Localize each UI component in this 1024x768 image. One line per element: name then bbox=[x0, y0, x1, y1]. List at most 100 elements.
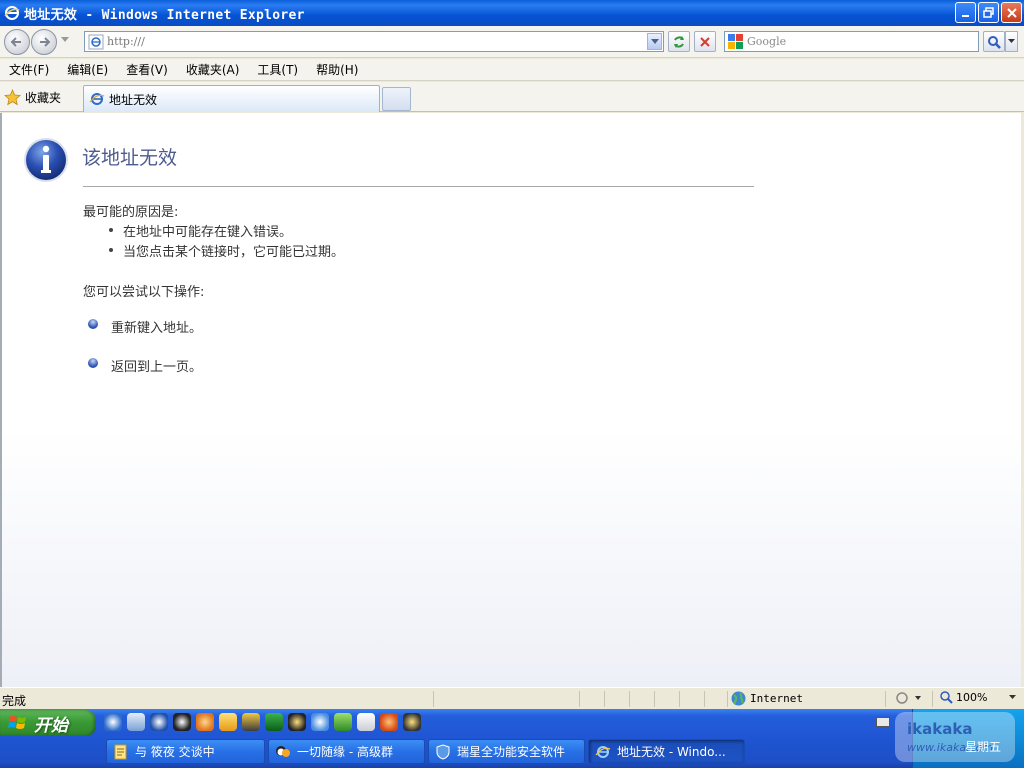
search-placeholder: Google bbox=[747, 35, 787, 48]
thunder-launch-icon[interactable] bbox=[334, 713, 352, 731]
messenger-launch-icon[interactable] bbox=[196, 713, 214, 731]
status-separator bbox=[885, 691, 886, 707]
clock-day[interactable]: 星期五 bbox=[965, 738, 1001, 755]
search-button[interactable] bbox=[983, 31, 1005, 52]
globe-icon bbox=[731, 691, 746, 706]
menu-view[interactable]: 查看(V) bbox=[117, 61, 177, 78]
start-label: 开始 bbox=[34, 715, 68, 736]
tab-label: 地址无效 bbox=[109, 92, 158, 107]
reasons-heading: 最可能的原因是: bbox=[83, 205, 179, 220]
action-text: 返回到上一页。 bbox=[111, 360, 203, 375]
stop-button[interactable] bbox=[694, 31, 716, 52]
status-separator bbox=[704, 691, 705, 707]
restore-button[interactable] bbox=[978, 2, 999, 23]
security-zone[interactable]: Internet bbox=[731, 691, 803, 706]
address-url: http:/// bbox=[107, 35, 145, 48]
actions-heading: 您可以尝试以下操作: bbox=[83, 285, 205, 300]
title-bar[interactable]: 地址无效 - Windows Internet Explorer bbox=[0, 0, 1024, 26]
tab-bar: 收藏夹 地址无效 bbox=[0, 82, 1024, 112]
video-launch-icon[interactable] bbox=[265, 713, 283, 731]
status-separator bbox=[604, 691, 605, 707]
error-title: 该地址无效 bbox=[82, 147, 178, 169]
menu-favorites[interactable]: 收藏夹(A) bbox=[177, 61, 249, 78]
minimize-button[interactable] bbox=[955, 2, 976, 23]
ie-launch-icon[interactable] bbox=[104, 713, 122, 731]
forward-arrow-icon bbox=[40, 37, 51, 47]
task-label: 瑞星全功能安全软件 bbox=[457, 745, 566, 759]
tab-current[interactable]: 地址无效 bbox=[83, 85, 380, 112]
reason-text: 在地址中可能存在键入错误。 bbox=[123, 224, 293, 240]
go-back-item[interactable]: 返回到上一页。 bbox=[88, 356, 202, 375]
task-label: 与 筱夜 交谈中 bbox=[135, 745, 215, 759]
stop-icon bbox=[700, 36, 710, 47]
app-launch-icon[interactable] bbox=[380, 713, 398, 731]
protected-mode-icon[interactable] bbox=[895, 691, 925, 705]
search-options-button[interactable] bbox=[1005, 31, 1018, 52]
taskbar-button-chat[interactable]: 与 筱夜 交谈中 bbox=[106, 739, 265, 764]
zoom-control[interactable]: 100% bbox=[940, 691, 1018, 704]
taskbar-button-antivirus[interactable]: 瑞星全功能安全软件 bbox=[428, 739, 585, 764]
address-dropdown-button[interactable] bbox=[647, 33, 662, 50]
forward-button[interactable] bbox=[31, 29, 57, 55]
shield-icon bbox=[436, 743, 450, 760]
media-player-launch-icon[interactable] bbox=[173, 713, 191, 731]
browser-launch-icon[interactable] bbox=[150, 713, 168, 731]
search-input[interactable]: Google bbox=[724, 31, 979, 52]
folder-launch-icon[interactable] bbox=[219, 713, 237, 731]
chevron-down-icon bbox=[1009, 694, 1017, 699]
menu-bar: 文件(F) 编辑(E) 查看(V) 收藏夹(A) 工具(T) 帮助(H) bbox=[0, 59, 1024, 81]
star-icon bbox=[4, 88, 21, 105]
address-input[interactable]: http:/// bbox=[84, 31, 664, 52]
chat-window-icon bbox=[114, 744, 127, 759]
google-icon bbox=[728, 33, 743, 49]
magnifier-icon bbox=[988, 35, 1001, 49]
close-button[interactable] bbox=[1001, 2, 1022, 23]
recent-pages-dropdown-icon[interactable] bbox=[61, 37, 69, 43]
film-launch-icon[interactable] bbox=[242, 713, 260, 731]
blue-bullet-icon bbox=[88, 357, 98, 368]
menu-file[interactable]: 文件(F) bbox=[0, 61, 58, 78]
status-separator bbox=[433, 691, 434, 707]
ie-icon bbox=[4, 6, 20, 20]
windows-logo-icon bbox=[8, 716, 26, 729]
new-tab-button[interactable] bbox=[382, 87, 411, 111]
favorites-button[interactable]: 收藏夹 bbox=[4, 86, 61, 108]
window-title: 地址无效 - Windows Internet Explorer bbox=[24, 7, 305, 23]
taskbar-button-group[interactable]: 一切随缘 - 高级群 bbox=[268, 739, 425, 764]
bullet-icon bbox=[109, 228, 113, 232]
page-content: 该地址无效 最可能的原因是: 在地址中可能存在键入错误。 当您点击某个链接时，它… bbox=[0, 113, 1021, 687]
start-button[interactable]: 开始 bbox=[0, 710, 96, 736]
person-launch-icon[interactable] bbox=[403, 713, 421, 731]
keyboard-icon[interactable] bbox=[876, 717, 890, 727]
watermark-text: ikakaka bbox=[907, 720, 973, 738]
status-bar: 完成 Internet 100% bbox=[0, 687, 1024, 709]
taskbar-button-ie[interactable]: 地址无效 - Windo... bbox=[588, 739, 745, 764]
calendar-launch-icon[interactable] bbox=[357, 713, 375, 731]
qq-launch-icon[interactable] bbox=[288, 713, 306, 731]
page-ie-icon bbox=[88, 34, 104, 49]
globe-launch-icon[interactable] bbox=[311, 713, 329, 731]
zone-label: Internet bbox=[750, 692, 803, 705]
zoom-magnifier-icon bbox=[940, 691, 953, 704]
chevron-down-icon bbox=[1008, 39, 1015, 43]
restore-icon bbox=[982, 6, 994, 18]
info-icon bbox=[24, 138, 68, 182]
menu-edit[interactable]: 编辑(E) bbox=[58, 61, 117, 78]
status-separator bbox=[932, 691, 933, 707]
menu-help[interactable]: 帮助(H) bbox=[307, 61, 367, 78]
menu-tools[interactable]: 工具(T) bbox=[248, 61, 307, 78]
blue-bullet-icon bbox=[88, 318, 98, 329]
retype-address-item[interactable]: 重新键入地址。 bbox=[88, 317, 202, 336]
ie-icon bbox=[595, 745, 611, 758]
reason-text: 当您点击某个链接时，它可能已过期。 bbox=[123, 244, 345, 260]
status-text: 完成 bbox=[2, 694, 27, 708]
back-button[interactable] bbox=[4, 29, 30, 55]
chevron-down-icon bbox=[650, 38, 659, 44]
refresh-button[interactable] bbox=[668, 31, 690, 52]
ie-page-icon bbox=[89, 93, 105, 105]
reasons-list: 在地址中可能存在键入错误。 当您点击某个链接时，它可能已过期。 bbox=[109, 220, 344, 260]
list-item: 在地址中可能存在键入错误。 bbox=[109, 220, 344, 240]
divider bbox=[83, 186, 754, 187]
minimize-icon bbox=[961, 14, 969, 17]
recycle-launch-icon[interactable] bbox=[127, 713, 145, 731]
